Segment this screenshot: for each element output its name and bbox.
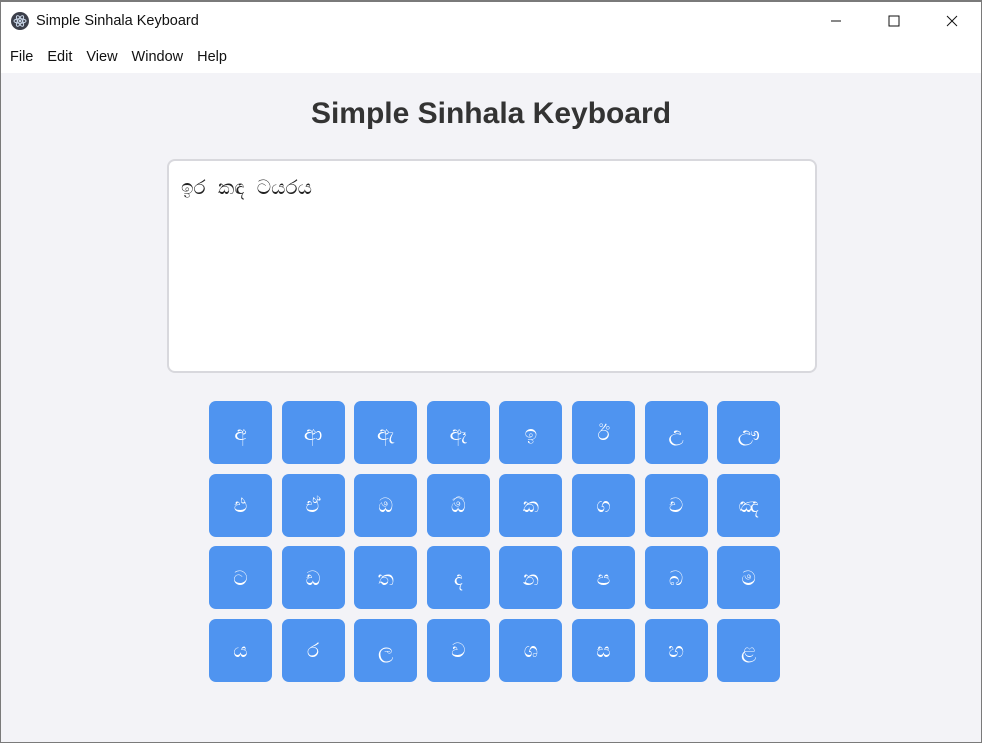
- key-button[interactable]: උ: [644, 401, 708, 464]
- key-button[interactable]: ග: [571, 473, 635, 537]
- key-button[interactable]: ත: [354, 546, 418, 609]
- key-button[interactable]: ල: [354, 618, 418, 682]
- key-button[interactable]: ඒ: [281, 473, 345, 537]
- key-button[interactable]: ය: [209, 618, 272, 682]
- key-button[interactable]: ස: [571, 618, 635, 682]
- key-button[interactable]: ඔ: [354, 473, 418, 537]
- key-button[interactable]: එ: [209, 473, 272, 537]
- minimize-icon: [831, 20, 841, 22]
- key-button[interactable]: ච: [644, 473, 708, 537]
- electron-atom-icon: [11, 12, 29, 30]
- key-button[interactable]: ඩ: [281, 546, 345, 609]
- title-bar[interactable]: Simple Sinhala Keyboard: [1, 2, 981, 40]
- close-icon: [946, 15, 958, 27]
- maximize-icon: [888, 15, 900, 27]
- key-button[interactable]: ම: [717, 546, 781, 609]
- window-title: Simple Sinhala Keyboard: [36, 13, 199, 29]
- key-button[interactable]: ආ: [281, 401, 345, 464]
- app-window: Simple Sinhala Keyboard File Edit View W…: [0, 0, 982, 743]
- menu-edit[interactable]: Edit: [40, 49, 79, 65]
- key-button[interactable]: ඤ: [717, 473, 781, 537]
- key-button[interactable]: ඊ: [571, 401, 635, 464]
- minimize-button[interactable]: [807, 2, 865, 40]
- menu-view[interactable]: View: [79, 49, 124, 65]
- key-button[interactable]: ඈ: [426, 401, 490, 464]
- close-button[interactable]: [923, 2, 981, 40]
- key-button[interactable]: ශ: [499, 618, 563, 682]
- window-controls: [807, 2, 981, 40]
- key-button[interactable]: ඇ: [354, 401, 418, 464]
- key-button[interactable]: බ: [644, 546, 708, 609]
- key-button[interactable]: ඌ: [717, 401, 781, 464]
- key-button[interactable]: ට: [209, 546, 272, 609]
- main-content: Simple Sinhala Keyboard ඉර කඳ ටයරය අආඇඈඉ…: [1, 75, 981, 742]
- key-button[interactable]: ළ: [717, 618, 781, 682]
- sinhala-keyboard: අආඇඈඉඊඋඌ එඒඔඕකගචඤ ටඩතදනපබම යරලවශසහළ: [209, 401, 781, 682]
- key-button[interactable]: ද: [426, 546, 490, 609]
- key-button[interactable]: න: [499, 546, 563, 609]
- menu-help[interactable]: Help: [190, 49, 234, 65]
- key-button[interactable]: ව: [426, 618, 490, 682]
- text-input-area[interactable]: ඉර කඳ ටයරය: [167, 159, 817, 373]
- key-button[interactable]: හ: [644, 618, 708, 682]
- key-button[interactable]: අ: [209, 401, 272, 464]
- menu-file[interactable]: File: [3, 49, 40, 65]
- page-title: Simple Sinhala Keyboard: [310, 97, 672, 130]
- key-button[interactable]: ප: [571, 546, 635, 609]
- maximize-button[interactable]: [865, 2, 923, 40]
- menu-window[interactable]: Window: [125, 49, 191, 65]
- key-button[interactable]: ඉ: [499, 401, 563, 464]
- key-button[interactable]: ඕ: [426, 473, 490, 537]
- key-button[interactable]: ර: [281, 618, 345, 682]
- key-button[interactable]: ක: [499, 473, 563, 537]
- menu-bar: File Edit View Window Help: [1, 40, 981, 73]
